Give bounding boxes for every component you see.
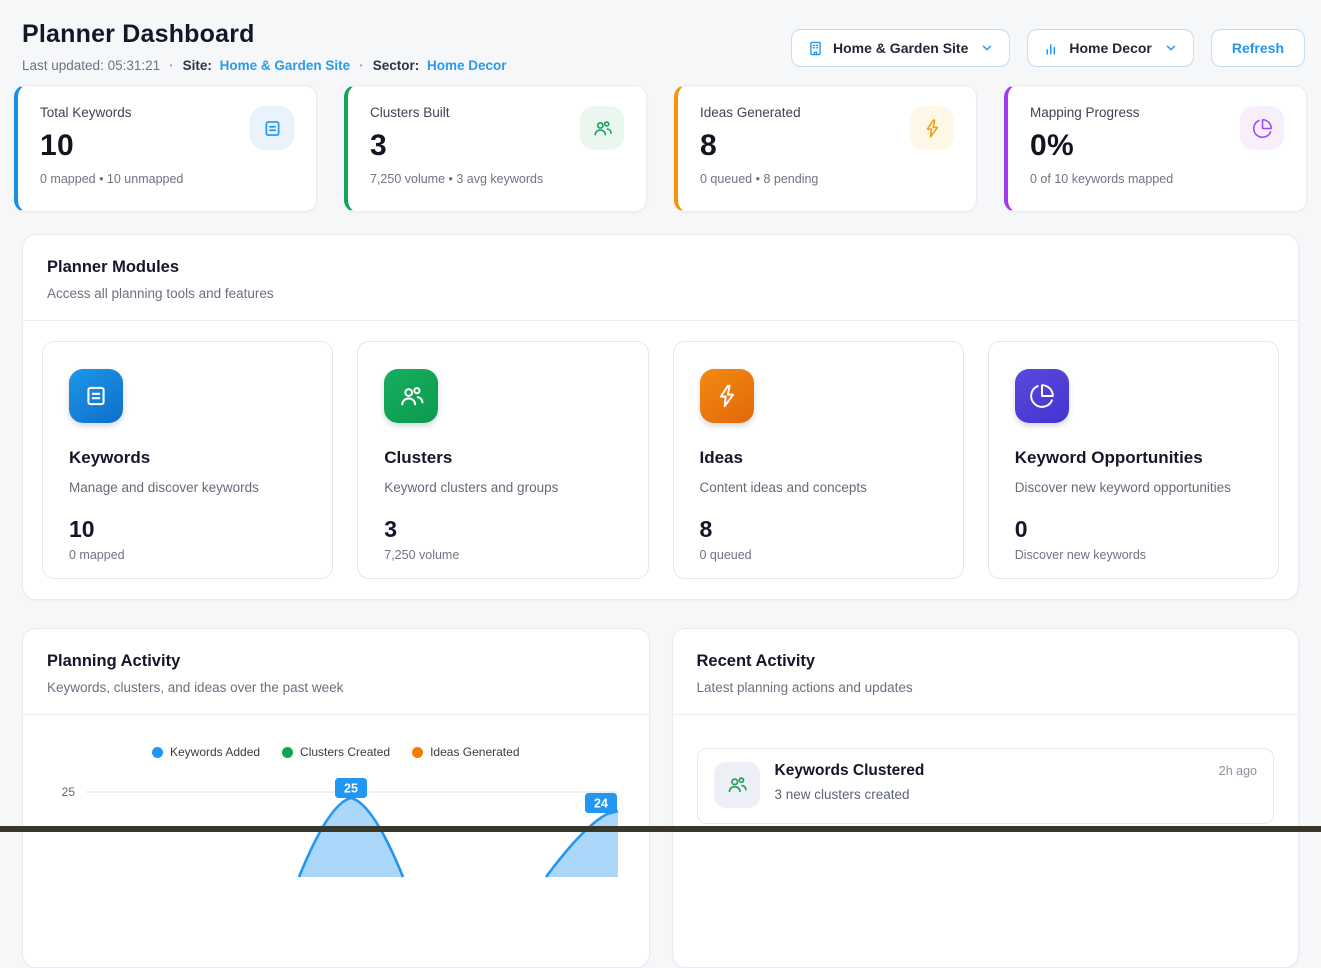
- building-icon: [807, 40, 824, 57]
- bar-chart-icon: [1043, 40, 1060, 57]
- meta-separator: ·: [169, 58, 174, 73]
- modules-panel-subtitle: Access all planning tools and features: [47, 286, 1274, 301]
- stat-subtitle: 0 queued • 8 pending: [700, 172, 954, 186]
- sector-link[interactable]: Home Decor: [427, 58, 507, 73]
- svg-text:25: 25: [344, 782, 358, 796]
- bottom-edge-bar: [0, 826, 1321, 832]
- planning-activity-panel: Planning Activity Keywords, clusters, an…: [22, 628, 650, 968]
- modules-grid: Keywords Manage and discover keywords 10…: [23, 321, 1298, 599]
- legend-item-clusters-created[interactable]: Clusters Created: [282, 745, 390, 759]
- module-value: 8: [700, 516, 937, 543]
- chevron-down-icon: [1164, 41, 1178, 55]
- planning-activity-subtitle: Keywords, clusters, and ideas over the p…: [47, 680, 625, 695]
- module-title: Keyword Opportunities: [1015, 448, 1252, 468]
- area-fill-peak1: [299, 798, 403, 877]
- module-card-clusters[interactable]: Clusters Keyword clusters and groups 3 7…: [357, 341, 648, 579]
- site-selector-dropdown[interactable]: Home & Garden Site: [791, 29, 1010, 67]
- modules-panel-title: Planner Modules: [47, 258, 1274, 277]
- people-icon: [580, 106, 624, 150]
- people-icon: [714, 762, 760, 808]
- legend-item-ideas-generated[interactable]: Ideas Generated: [412, 745, 519, 759]
- list-icon: [250, 106, 294, 150]
- module-title: Keywords: [69, 448, 306, 468]
- module-card-keyword-opportunities[interactable]: Keyword Opportunities Discover new keywo…: [988, 341, 1279, 579]
- stat-subtitle: 7,250 volume • 3 avg keywords: [370, 172, 624, 186]
- planning-activity-title: Planning Activity: [47, 652, 625, 671]
- activity-item-title: Keywords Clustered: [775, 762, 925, 780]
- point-label-25: 25: [335, 778, 367, 798]
- module-value: 3: [384, 516, 621, 543]
- recent-activity-header: Recent Activity Latest planning actions …: [673, 629, 1299, 715]
- sector-label: Sector:: [373, 58, 420, 73]
- legend-item-keywords-added[interactable]: Keywords Added: [152, 745, 260, 759]
- legend-dot: [412, 747, 423, 758]
- refresh-button[interactable]: Refresh: [1211, 29, 1305, 67]
- list-icon: [69, 369, 123, 423]
- module-stat-label: 0 mapped: [69, 548, 306, 562]
- recent-activity-title: Recent Activity: [697, 652, 1275, 671]
- bolt-icon: [700, 369, 754, 423]
- y-axis-tick-25: 25: [62, 785, 76, 799]
- planning-activity-chart: 25 25 24: [23, 767, 649, 967]
- module-card-keywords[interactable]: Keywords Manage and discover keywords 10…: [42, 341, 333, 579]
- module-stat-label: 7,250 volume: [384, 548, 621, 562]
- planning-activity-header: Planning Activity Keywords, clusters, an…: [23, 629, 649, 715]
- module-stat-label: Discover new keywords: [1015, 548, 1252, 562]
- module-description: Content ideas and concepts: [700, 480, 937, 495]
- sector-meta: Sector: Home Decor: [373, 58, 507, 73]
- module-title: Ideas: [700, 448, 937, 468]
- site-link[interactable]: Home & Garden Site: [220, 58, 351, 73]
- stat-subtitle: 0 of 10 keywords mapped: [1030, 172, 1284, 186]
- stat-subtitle: 0 mapped • 10 unmapped: [40, 172, 294, 186]
- legend-label: Ideas Generated: [430, 745, 519, 759]
- sector-selector-dropdown[interactable]: Home Decor: [1027, 29, 1193, 67]
- planner-modules-panel: Planner Modules Access all planning tool…: [22, 234, 1299, 600]
- point-label-24: 24: [585, 793, 617, 813]
- module-stat-label: 0 queued: [700, 548, 937, 562]
- activity-item-keywords-clustered[interactable]: Keywords Clustered 2h ago 3 new clusters…: [697, 748, 1275, 824]
- legend-label: Clusters Created: [300, 745, 390, 759]
- legend-dot: [282, 747, 293, 758]
- module-value: 10: [69, 516, 306, 543]
- activity-item-time: 2h ago: [1219, 764, 1257, 778]
- bottom-row: Planning Activity Keywords, clusters, an…: [22, 628, 1299, 968]
- bolt-icon: [910, 106, 954, 150]
- recent-activity-subtitle: Latest planning actions and updates: [697, 680, 1275, 695]
- site-label: Site:: [183, 58, 212, 73]
- pie-icon: [1015, 369, 1069, 423]
- meta-separator-2: ·: [359, 58, 364, 73]
- sector-selector-value: Home Decor: [1069, 40, 1151, 56]
- modules-panel-header: Planner Modules Access all planning tool…: [23, 235, 1298, 321]
- module-description: Manage and discover keywords: [69, 480, 306, 495]
- page-header: Planner Dashboard Last updated: 05:31:21…: [0, 0, 1321, 73]
- header-actions: Home & Garden Site Home Decor Refresh: [791, 29, 1305, 67]
- legend-dot: [152, 747, 163, 758]
- stat-card-total-keywords: Total Keywords 10 0 mapped • 10 unmapped: [14, 85, 317, 212]
- module-title: Clusters: [384, 448, 621, 468]
- chart-legend: Keywords Added Clusters Created Ideas Ge…: [23, 745, 649, 759]
- stats-row: Total Keywords 10 0 mapped • 10 unmapped…: [0, 85, 1321, 212]
- pie-icon: [1240, 106, 1284, 150]
- stat-card-clusters-built: Clusters Built 3 7,250 volume • 3 avg ke…: [344, 85, 647, 212]
- module-value: 0: [1015, 516, 1252, 543]
- stat-card-ideas-generated: Ideas Generated 8 0 queued • 8 pending: [674, 85, 977, 212]
- svg-text:24: 24: [594, 797, 608, 811]
- legend-label: Keywords Added: [170, 745, 260, 759]
- site-meta: Site: Home & Garden Site: [183, 58, 351, 73]
- module-description: Discover new keyword opportunities: [1015, 480, 1252, 495]
- activity-body: Keywords Clustered 2h ago 3 new clusters…: [775, 762, 1258, 808]
- last-updated-text: Last updated: 05:31:21: [22, 58, 160, 73]
- module-card-ideas[interactable]: Ideas Content ideas and concepts 8 0 que…: [673, 341, 964, 579]
- people-icon: [384, 369, 438, 423]
- site-selector-value: Home & Garden Site: [833, 40, 968, 56]
- recent-activity-panel: Recent Activity Latest planning actions …: [672, 628, 1300, 968]
- area-fill-peak2: [546, 811, 618, 877]
- activity-item-description: 3 new clusters created: [775, 787, 1258, 802]
- activity-list: Keywords Clustered 2h ago 3 new clusters…: [673, 748, 1299, 824]
- stat-card-mapping-progress: Mapping Progress 0% 0 of 10 keywords map…: [1004, 85, 1307, 212]
- module-description: Keyword clusters and groups: [384, 480, 621, 495]
- chevron-down-icon: [980, 41, 994, 55]
